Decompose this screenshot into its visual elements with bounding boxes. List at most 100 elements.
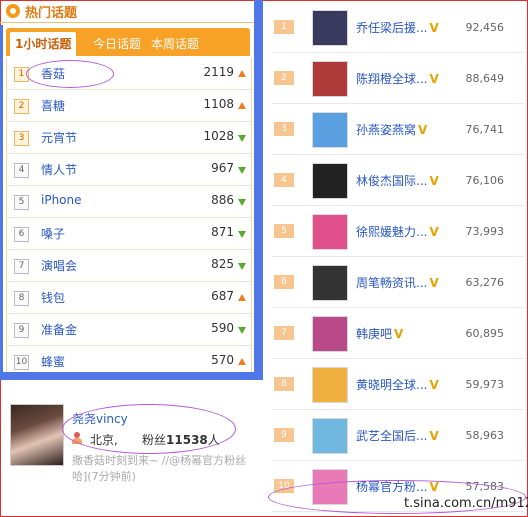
topic-row[interactable]: 4 情人节 967: [7, 154, 251, 186]
verified-badge-icon: V: [429, 378, 439, 392]
rank-number: 8: [14, 291, 29, 306]
ranking-row[interactable]: 2 陈翔橙全球... V 88,649: [272, 51, 524, 104]
topic-link[interactable]: 演唱会: [41, 257, 77, 274]
ranking-row[interactable]: 4 林俊杰国际... V 76,106: [272, 153, 524, 206]
trend-down-icon: [238, 199, 246, 206]
ranking-number: 9: [274, 428, 294, 442]
ranking-number: 3: [274, 122, 294, 136]
ranking-number: 7: [274, 326, 294, 340]
rank-number: 2: [14, 99, 29, 114]
topic-row[interactable]: 2 喜糖 1108: [7, 90, 251, 122]
rank-number: 5: [14, 195, 29, 210]
group-avatar[interactable]: [312, 163, 348, 199]
user-post-snippet: 撒香菇时刻到来~ //@杨幂官方粉丝 哈](7分钟前): [72, 453, 262, 485]
group-avatar[interactable]: [312, 367, 348, 403]
post-line-1: 撒香菇时刻到来~ //@杨幂官方粉丝: [72, 454, 247, 467]
group-member-count: 88,649: [465, 72, 505, 85]
user-name-link[interactable]: 尧尧vincy: [72, 410, 128, 427]
group-avatar[interactable]: [312, 61, 348, 97]
topic-link[interactable]: 元宵节: [41, 129, 77, 146]
ranking-number: 5: [274, 224, 294, 238]
topic-row[interactable]: 6 嗓子 871: [7, 218, 251, 250]
group-avatar[interactable]: [312, 316, 348, 352]
group-name-link[interactable]: 韩庚吧 V: [356, 325, 403, 342]
post-line-2: 哈](7分钟前): [72, 470, 136, 483]
group-name-link[interactable]: 乔任梁后援... V: [356, 19, 439, 36]
ranking-row[interactable]: 8 黄晓明全球... V 59,973: [272, 357, 524, 410]
ranking-row[interactable]: 1 乔任梁后援... V 92,456: [272, 0, 524, 53]
hot-topics-header: 热门话题: [6, 1, 77, 21]
user-location: 北京,: [90, 433, 118, 447]
topic-link[interactable]: 情人节: [41, 161, 77, 178]
group-name: 徐熙媛魅力...: [356, 225, 428, 239]
trend-down-icon: [238, 167, 246, 174]
blue-highlight-frame: [254, 0, 263, 380]
group-name: 乔任梁后援...: [356, 21, 428, 35]
topic-tabs: 1小时话题 今日话题 本周话题: [6, 28, 250, 56]
group-name-link[interactable]: 孙燕姿燕窝 V: [356, 121, 427, 138]
hot-topics-title: 热门话题: [25, 5, 78, 21]
rank-number: 7: [14, 259, 29, 274]
topic-count: 886: [211, 193, 234, 207]
tab-this-week[interactable]: 本周话题: [146, 32, 204, 56]
trend-up-icon: [238, 70, 246, 77]
topic-link[interactable]: 蜂蜜: [41, 353, 65, 370]
trend-down-icon: [238, 135, 246, 142]
topic-link[interactable]: 喜糖: [41, 97, 65, 114]
group-name-link[interactable]: 林俊杰国际... V: [356, 172, 439, 189]
topic-link[interactable]: 钱包: [41, 289, 65, 306]
topic-count: 2119: [203, 65, 234, 79]
ranking-row[interactable]: 9 武艺全国后... V 58,963: [272, 408, 524, 461]
verified-badge-icon: V: [429, 480, 439, 494]
group-name-link[interactable]: 杨幂官方粉... V: [356, 478, 439, 495]
group-member-count: 73,993: [465, 225, 505, 238]
group-name: 周笔畅资讯...: [356, 276, 428, 290]
group-avatar[interactable]: [312, 214, 348, 250]
group-avatar[interactable]: [312, 469, 348, 505]
topic-count: 871: [211, 225, 234, 239]
group-name-link[interactable]: 武艺全国后... V: [356, 427, 439, 444]
topic-link[interactable]: 香菇: [41, 65, 65, 82]
group-avatar[interactable]: [312, 265, 348, 301]
group-avatar[interactable]: [312, 112, 348, 148]
topic-count: 590: [211, 321, 234, 335]
group-name: 武艺全国后...: [356, 429, 428, 443]
verified-badge-icon: V: [394, 327, 404, 341]
user-icon: [72, 432, 82, 444]
group-member-count: 76,106: [465, 174, 505, 187]
topic-row[interactable]: 3 元宵节 1028: [7, 122, 251, 154]
blue-highlight-frame-left: [0, 25, 3, 380]
ranking-row[interactable]: 6 周笔畅资讯... V 63,276: [272, 255, 524, 308]
ranking-number: 10: [274, 479, 294, 493]
tab-today[interactable]: 今日话题: [88, 32, 146, 56]
trend-up-icon: [238, 294, 246, 301]
ranking-row[interactable]: 7 韩庚吧 V 60,895: [272, 306, 524, 359]
group-name-link[interactable]: 陈翔橙全球... V: [356, 70, 439, 87]
rank-number: 10: [14, 355, 29, 370]
group-name-link[interactable]: 周笔畅资讯... V: [356, 274, 439, 291]
trend-down-icon: [238, 327, 246, 334]
group-name-link[interactable]: 徐熙媛魅力... V: [356, 223, 439, 240]
topic-count: 570: [211, 353, 234, 367]
verified-badge-icon: V: [429, 174, 439, 188]
topic-row[interactable]: 9 准备金 590: [7, 314, 251, 346]
topic-row[interactable]: 1 香菇 2119: [7, 58, 251, 90]
tab-1-hour[interactable]: 1小时话题: [10, 32, 77, 56]
topic-row[interactable]: 8 钱包 687: [7, 282, 251, 314]
group-member-count: 60,895: [465, 327, 505, 340]
user-avatar[interactable]: [10, 404, 64, 466]
topic-link[interactable]: iPhone: [41, 193, 82, 207]
ranking-row[interactable]: 3 孙燕姿燕窝 V 76,741: [272, 102, 524, 155]
topic-row[interactable]: 5 iPhone 886: [7, 186, 251, 218]
group-avatar[interactable]: [312, 10, 348, 46]
topic-count: 967: [211, 161, 234, 175]
rank-number: 1: [14, 67, 29, 82]
group-avatar[interactable]: [312, 418, 348, 454]
topic-row[interactable]: 7 演唱会 825: [7, 250, 251, 282]
ranking-row[interactable]: 5 徐熙媛魅力... V 73,993: [272, 204, 524, 257]
topic-link[interactable]: 嗓子: [41, 225, 65, 242]
topic-link[interactable]: 准备金: [41, 321, 77, 338]
group-name-link[interactable]: 黄晓明全球... V: [356, 376, 439, 393]
topic-count: 1108: [203, 97, 234, 111]
group-name: 黄晓明全球...: [356, 378, 428, 392]
